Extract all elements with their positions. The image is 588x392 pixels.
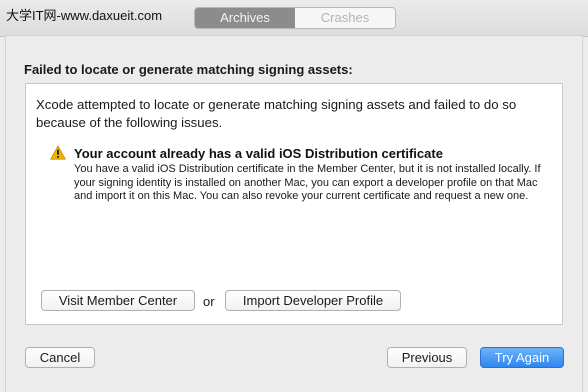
issue-title: Your account already has a valid iOS Dis…: [74, 146, 443, 161]
issue-description: You have a valid iOS Distribution certif…: [74, 163, 541, 203]
watermark-text: 大学IT网-www.daxueit.com: [6, 8, 163, 23]
tab-crashes[interactable]: Crashes: [295, 8, 395, 28]
tab-archives[interactable]: Archives: [195, 8, 295, 28]
dialog-heading: Failed to locate or generate matching si…: [24, 62, 353, 77]
try-again-button[interactable]: Try Again: [480, 347, 564, 368]
toolbar: 大学IT网-www.daxueit.com Archives Crashes: [0, 0, 588, 37]
cancel-button[interactable]: Cancel: [25, 347, 95, 368]
or-label: or: [203, 294, 215, 309]
tab-segmented-control: Archives Crashes: [194, 7, 396, 29]
import-developer-profile-button[interactable]: Import Developer Profile: [225, 290, 401, 311]
visit-member-center-button[interactable]: Visit Member Center: [41, 290, 195, 311]
intro-text: Xcode attempted to locate or generate ma…: [36, 97, 517, 130]
warning-icon: [50, 145, 66, 160]
previous-button[interactable]: Previous: [387, 347, 467, 368]
